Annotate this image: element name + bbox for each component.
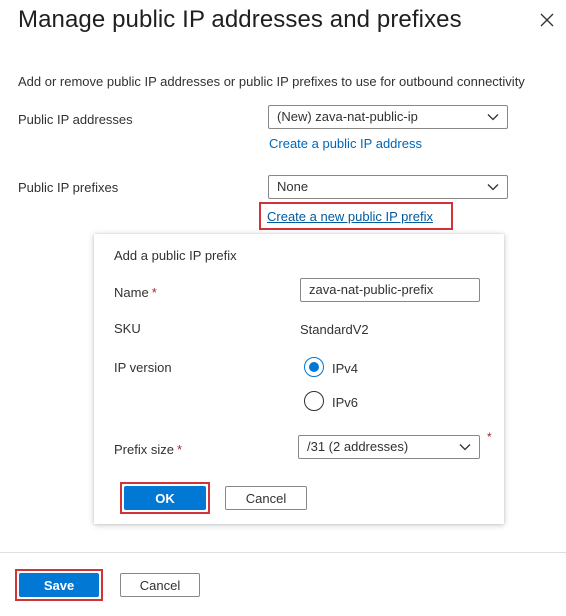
public-ip-prefixes-dropdown[interactable]: None: [268, 175, 508, 199]
cancel-button[interactable]: Cancel: [120, 573, 200, 597]
name-label-text: Name: [114, 285, 149, 300]
create-public-ip-address-link[interactable]: Create a public IP address: [269, 136, 422, 151]
prefix-size-dropdown[interactable]: /31 (2 addresses): [298, 435, 480, 459]
name-label: Name *: [114, 285, 157, 300]
public-ip-addresses-dropdown[interactable]: (New) zava-nat-public-ip: [268, 105, 508, 129]
ok-button[interactable]: OK: [124, 486, 206, 510]
close-icon[interactable]: [540, 13, 556, 29]
callout-cancel-button[interactable]: Cancel: [225, 486, 307, 510]
save-button[interactable]: Save: [19, 573, 99, 597]
ipv6-radio[interactable]: [304, 391, 324, 411]
panel-description: Add or remove public IP addresses or pub…: [18, 74, 525, 89]
chevron-down-icon: [459, 444, 471, 451]
public-ip-prefixes-selected: None: [277, 179, 309, 194]
ipv4-radio-label[interactable]: IPv4: [332, 361, 358, 376]
prefix-size-required-marker: *: [487, 430, 492, 444]
add-public-ip-prefix-callout: Add a public IP prefix Name * zava-nat-pu…: [94, 234, 504, 524]
public-ip-addresses-selected: (New) zava-nat-public-ip: [277, 109, 418, 124]
ip-version-label: IP version: [114, 360, 172, 375]
prefix-name-value: zava-nat-public-prefix: [309, 282, 434, 297]
public-ip-prefixes-label: Public IP prefixes: [18, 180, 119, 195]
required-marker: *: [176, 442, 183, 457]
create-public-ip-prefix-link[interactable]: Create a new public IP prefix: [267, 209, 433, 224]
prefix-size-label: Prefix size *: [114, 442, 182, 457]
chevron-down-icon: [487, 114, 499, 121]
public-ip-addresses-label: Public IP addresses: [18, 112, 133, 127]
ipv6-radio-label[interactable]: IPv6: [332, 395, 358, 410]
panel-title: Manage public IP addresses and prefixes: [18, 6, 462, 33]
sku-label: SKU: [114, 321, 141, 336]
prefix-size-selected: /31 (2 addresses): [307, 439, 409, 454]
prefix-size-label-text: Prefix size: [114, 442, 174, 457]
required-marker: *: [151, 285, 157, 300]
footer-divider: [0, 552, 566, 553]
sku-value: StandardV2: [300, 322, 369, 337]
add-prefix-heading: Add a public IP prefix: [114, 248, 237, 263]
prefix-name-input[interactable]: zava-nat-public-prefix: [300, 278, 480, 302]
ipv4-radio[interactable]: [304, 357, 324, 377]
chevron-down-icon: [487, 184, 499, 191]
